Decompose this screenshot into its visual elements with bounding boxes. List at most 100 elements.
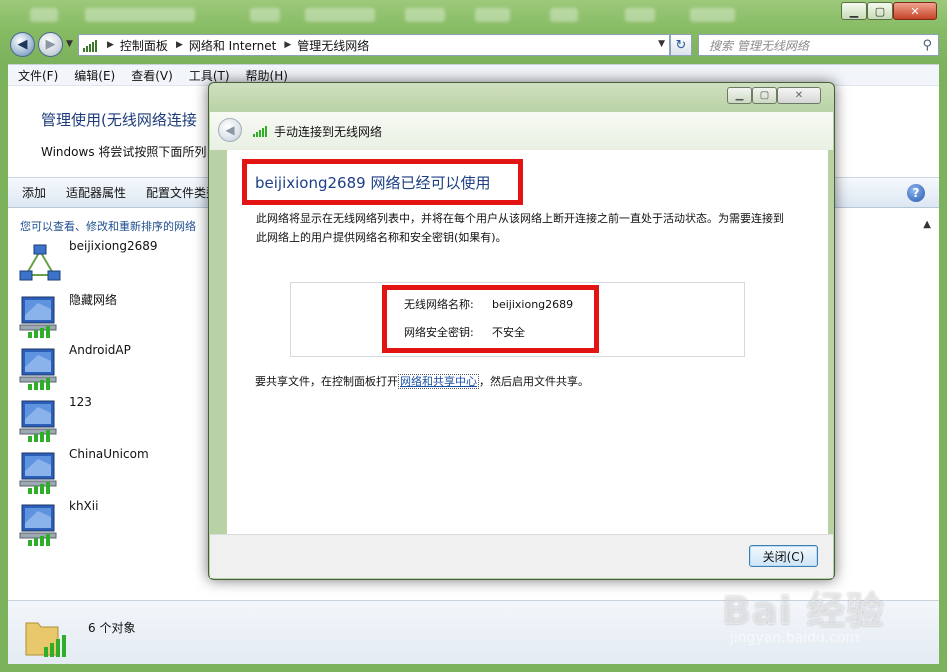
- dialog-heading: beijixiong2689 网络已经可以使用: [255, 173, 491, 192]
- menu-help[interactable]: 帮助(H): [246, 67, 288, 84]
- close-window-button[interactable]: ✕: [893, 2, 937, 20]
- blurred-tab: [475, 8, 510, 22]
- breadcrumb-control-panel[interactable]: 控制面板: [120, 37, 168, 54]
- close-icon: ✕: [910, 4, 920, 18]
- help-icon[interactable]: ?: [907, 184, 925, 202]
- close-button[interactable]: 关闭(C): [749, 545, 818, 567]
- network-signal-icon: [83, 39, 97, 52]
- baidu-watermark: Bai 经验 jingyan.baidu.com: [722, 580, 932, 660]
- refresh-icon: ↻: [675, 37, 687, 53]
- minimize-button[interactable]: ▁: [841, 2, 867, 20]
- wireless-signal-icon: [253, 126, 267, 137]
- menu-file[interactable]: 文件(F): [18, 67, 58, 84]
- menu-view[interactable]: 查看(V): [131, 67, 173, 84]
- breadcrumb-separator-icon: ▶: [175, 40, 183, 50]
- breadcrumb-separator-icon: ▶: [284, 40, 292, 50]
- watermark-logo: Bai 经验: [722, 589, 885, 633]
- ssid-value: beijixiong2689: [492, 298, 574, 311]
- network-info-panel: 无线网络名称: beijixiong2689 网络安全密钥: 不安全: [290, 282, 745, 357]
- dialog-title: 手动连接到无线网络: [274, 125, 383, 139]
- list-item[interactable]: ChinaUnicom: [18, 447, 208, 495]
- network-name: 123: [69, 395, 92, 409]
- dialog-maximize-button[interactable]: ▢: [752, 87, 777, 104]
- wireless-network-icon: [19, 296, 57, 338]
- connect-wireless-dialog: ▁ ▢ ✕ ◀ 手动连接到无线网络 beijixiong2689 网络已经可以使…: [208, 82, 835, 580]
- title-bar: ▁ ▢ ✕: [0, 0, 947, 26]
- adapter-properties-button[interactable]: 适配器属性: [66, 184, 126, 201]
- list-item[interactable]: AndroidAP: [18, 343, 208, 391]
- object-count: 6 个对象: [88, 621, 136, 635]
- network-name: ChinaUnicom: [69, 447, 149, 461]
- menu-edit[interactable]: 编辑(E): [74, 67, 115, 84]
- refresh-button[interactable]: ↻: [670, 34, 692, 56]
- ad-hoc-network-icon: [19, 244, 61, 281]
- list-item[interactable]: 123: [18, 395, 208, 443]
- search-input[interactable]: 搜索 管理无线网络 ⚲: [698, 34, 939, 56]
- blurred-tab: [625, 8, 655, 22]
- list-item[interactable]: 隐藏网络: [18, 291, 208, 339]
- watermark-url: jingyan.baidu.com: [730, 630, 860, 646]
- heading-highlight: beijixiong2689 网络已经可以使用: [242, 159, 523, 205]
- security-value: 不安全: [492, 326, 525, 339]
- ssid-label: 无线网络名称:: [404, 298, 474, 311]
- page-description: Windows 将尝试按照下面所列: [41, 145, 207, 159]
- arrow-left-icon: ◀: [17, 37, 28, 52]
- blurred-tab: [30, 8, 58, 22]
- address-bar[interactable]: ▶ 控制面板 ▶ 网络和 Internet ▶ 管理无线网络 ▼: [78, 34, 670, 56]
- share-instructions: 要共享文件，在控制面板打开 网络和共享中心 ，然后启用文件共享。: [255, 373, 589, 389]
- minimize-icon: ▁: [849, 4, 859, 18]
- network-name: AndroidAP: [69, 343, 131, 357]
- maximize-icon: ▢: [759, 90, 770, 101]
- wireless-network-icon: [19, 348, 57, 390]
- list-item[interactable]: khXii: [18, 499, 208, 547]
- breadcrumb-manage-wireless[interactable]: 管理无线网络: [297, 37, 369, 54]
- history-dropdown-icon[interactable]: ▼: [66, 39, 73, 49]
- wireless-network-icon: [19, 504, 57, 546]
- address-dropdown-icon[interactable]: ▼: [658, 39, 665, 49]
- close-icon: ✕: [794, 90, 804, 101]
- network-name: khXii: [69, 499, 99, 513]
- dialog-close-button[interactable]: ✕: [777, 87, 821, 104]
- blurred-tab: [405, 8, 445, 22]
- add-button[interactable]: 添加: [22, 184, 46, 201]
- list-hint: 您可以查看、修改和重新排序的网络: [20, 220, 196, 233]
- list-item[interactable]: beijixiong2689: [18, 239, 208, 287]
- wireless-folder-icon: [25, 622, 66, 657]
- maximize-button[interactable]: ▢: [867, 2, 893, 20]
- dialog-header: ◀ 手动连接到无线网络: [210, 112, 833, 150]
- blurred-tab: [250, 8, 280, 22]
- dialog-back-button[interactable]: ◀: [218, 118, 242, 142]
- security-row: 网络安全密钥: 不安全: [404, 324, 525, 340]
- menu-tools[interactable]: 工具(T): [189, 67, 230, 84]
- dialog-footer: 关闭(C): [210, 534, 833, 578]
- breadcrumb-separator-icon: ▶: [107, 40, 114, 50]
- minimize-icon: ▁: [735, 90, 744, 101]
- ssid-row: 无线网络名称: beijixiong2689: [404, 296, 573, 312]
- breadcrumb-network-internet[interactable]: 网络和 Internet: [189, 37, 276, 54]
- search-placeholder: 搜索 管理无线网络: [709, 38, 809, 53]
- arrow-right-icon: ▶: [45, 37, 56, 52]
- network-sharing-center-link[interactable]: 网络和共享中心: [398, 374, 479, 389]
- network-name: beijixiong2689: [69, 239, 158, 253]
- search-icon[interactable]: ⚲: [922, 38, 932, 53]
- arrow-left-icon: ◀: [225, 123, 235, 137]
- wireless-network-icon: [19, 400, 57, 442]
- share-prefix: 要共享文件，在控制面板打开: [255, 375, 398, 388]
- dialog-description: 此网络将显示在无线网络列表中，并将在每个用户从该网络上断开连接之前一直处于活动状…: [256, 212, 784, 244]
- security-label: 网络安全密钥:: [404, 326, 474, 339]
- maximize-icon: ▢: [874, 4, 886, 18]
- blurred-tab: [85, 8, 195, 22]
- blurred-tab: [550, 8, 578, 22]
- back-button[interactable]: ◀: [10, 32, 35, 57]
- share-suffix: ，然后启用文件共享。: [479, 375, 589, 388]
- wireless-network-icon: [19, 452, 57, 494]
- blurred-tab: [305, 8, 375, 22]
- page-title: 管理使用(无线网络连接: [41, 111, 197, 129]
- collapse-icon[interactable]: ▲: [923, 219, 931, 230]
- blurred-tab: [690, 8, 735, 22]
- navigation-bar: ◀ ▶ ▼ ▶ 控制面板 ▶ 网络和 Internet ▶ 管理无线网络 ▼ ↻…: [8, 32, 939, 58]
- forward-button[interactable]: ▶: [38, 32, 63, 57]
- dialog-minimize-button[interactable]: ▁: [727, 87, 752, 104]
- dialog-body: beijixiong2689 网络已经可以使用 此网络将显示在无线网络列表中，并…: [227, 150, 828, 534]
- network-name: 隐藏网络: [69, 293, 118, 307]
